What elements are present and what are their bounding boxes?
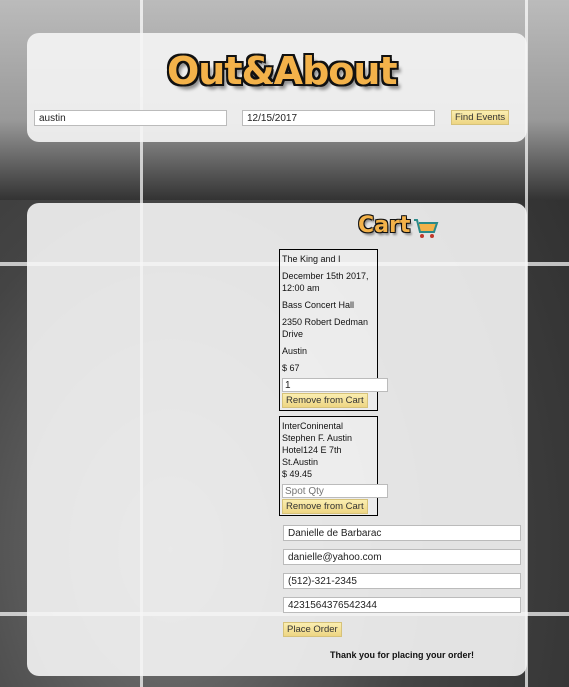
phone-input[interactable] bbox=[283, 573, 521, 589]
location-input[interactable] bbox=[34, 110, 227, 126]
order-confirmation: Thank you for placing your order! bbox=[330, 650, 475, 660]
search-panel: Out&About Find Events bbox=[27, 33, 527, 142]
email-input[interactable] bbox=[283, 549, 521, 565]
remove-from-cart-button[interactable]: Remove from Cart bbox=[282, 499, 368, 514]
hotel-price: $ 49.45 bbox=[282, 469, 313, 479]
hotel-name: InterConinental Stephen F. Austin Hotel1… bbox=[282, 421, 353, 467]
event-venue: Bass Concert Hall bbox=[282, 300, 355, 310]
event-address: 2350 Robert Dedman Drive bbox=[282, 317, 369, 339]
card-number-input[interactable] bbox=[283, 597, 521, 613]
shopping-cart-icon bbox=[414, 219, 439, 238]
find-events-button[interactable]: Find Events bbox=[451, 110, 510, 125]
event-name: The King and I bbox=[282, 254, 341, 264]
cart-item: InterConinental Stephen F. Austin Hotel1… bbox=[279, 416, 388, 516]
event-date: December 15th 2017, 12:00 am bbox=[282, 271, 369, 293]
name-input[interactable] bbox=[283, 525, 521, 541]
cart-item: The King and I December 15th 2017, 12:00… bbox=[279, 249, 388, 411]
quantity-input[interactable] bbox=[282, 378, 388, 392]
spot-qty-input[interactable] bbox=[282, 484, 388, 498]
event-city: Austin bbox=[282, 346, 308, 356]
remove-from-cart-button[interactable]: Remove from Cart bbox=[282, 393, 368, 408]
cart-title: Cart bbox=[358, 213, 411, 238]
date-input[interactable] bbox=[242, 110, 435, 126]
cart-panel: Cart The King and I December 15th 2017, … bbox=[27, 203, 527, 676]
logo: Out&About bbox=[167, 49, 398, 93]
place-order-button[interactable]: Place Order bbox=[283, 622, 342, 637]
event-price: $ 67 bbox=[282, 363, 300, 373]
